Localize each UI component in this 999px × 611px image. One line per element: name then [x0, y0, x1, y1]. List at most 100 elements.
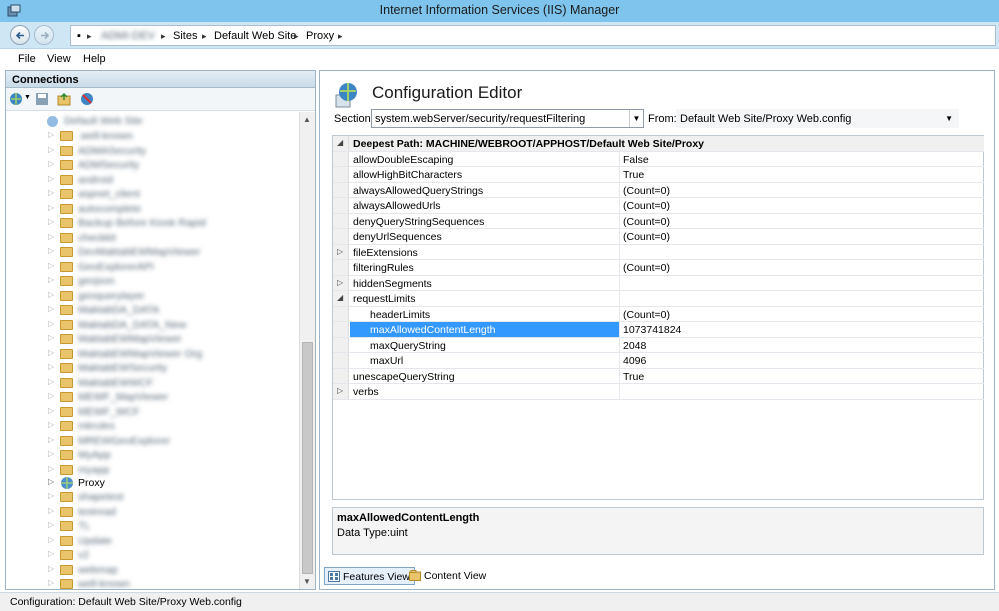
grid-gutter — [333, 306, 349, 321]
expand-arrow-icon[interactable]: ▷ — [48, 348, 54, 357]
menu-help[interactable]: Help — [83, 53, 106, 65]
property-value[interactable]: True — [623, 371, 644, 383]
expand-arrow-icon[interactable]: ▷ — [48, 362, 54, 371]
folder-icon — [60, 145, 73, 156]
expand-arrow-icon[interactable]: ▷ — [48, 203, 54, 212]
expand-arrow-icon[interactable]: ▷ — [48, 435, 54, 444]
breadcrumb-sites[interactable]: Sites — [173, 30, 197, 42]
property-value[interactable]: True — [623, 169, 644, 181]
expand-arrow-icon[interactable]: ▷ — [48, 549, 54, 558]
expand-arrow-icon[interactable]: ▷ — [48, 290, 54, 299]
expand-arrow-icon[interactable]: ▷ — [48, 319, 54, 328]
scroll-up-icon[interactable]: ▲ — [303, 115, 311, 124]
collapse-arrow-icon[interactable]: ◢ — [337, 138, 343, 147]
property-value[interactable]: (Count=0) — [623, 262, 670, 274]
forward-button[interactable] — [34, 25, 54, 45]
breadcrumb-default-web-site[interactable]: Default Web Site — [214, 30, 296, 42]
save-icon[interactable] — [35, 92, 49, 106]
expand-arrow-icon[interactable]: ▷ — [48, 520, 54, 529]
expand-arrow-icon[interactable]: ▷ — [337, 386, 343, 395]
property-row[interactable]: filteringRules (Count=0) — [333, 260, 984, 276]
tab-content-view[interactable]: Content View — [406, 567, 490, 585]
tab-features-view[interactable]: Features View — [324, 567, 415, 585]
dropdown-arrow-icon[interactable]: ▼ — [24, 94, 31, 101]
property-row[interactable]: alwaysAllowedQueryStrings (Count=0) — [333, 182, 984, 198]
expand-arrow-icon[interactable]: ▷ — [48, 578, 54, 587]
expand-arrow-icon[interactable]: ▷ — [48, 564, 54, 573]
expand-arrow-icon[interactable]: ▷ — [48, 275, 54, 284]
connect-globe-icon[interactable] — [9, 92, 23, 106]
expand-arrow-icon[interactable]: ▷ — [48, 145, 54, 154]
tree-label: autocomplete — [78, 202, 142, 215]
from-select[interactable]: Default Web Site/Proxy Web.config ▼ — [676, 109, 959, 128]
expand-arrow-icon[interactable]: ▷ — [48, 377, 54, 386]
expand-arrow-icon[interactable]: ▷ — [48, 464, 54, 473]
property-row[interactable]: headerLimits (Count=0) — [333, 306, 984, 322]
expand-arrow-icon[interactable]: ▷ — [48, 420, 54, 429]
collapse-arrow-icon[interactable]: ◢ — [337, 293, 343, 302]
property-row[interactable]: ▷ verbs — [333, 384, 984, 400]
column-divider — [619, 213, 620, 228]
property-row[interactable]: maxUrl 4096 — [333, 353, 984, 369]
chevron-down-icon[interactable]: ▼ — [629, 110, 643, 127]
breadcrumb[interactable]: ▪ ▸ ADMI-DEV ▸ Sites ▸ Default Web Site … — [70, 25, 996, 46]
tree-label: MaktabEWSecurity — [78, 362, 168, 374]
column-divider — [619, 322, 620, 337]
property-row[interactable]: ▷ hiddenSegments — [333, 275, 984, 291]
menu-file[interactable]: File — [18, 53, 36, 65]
property-row[interactable]: ◢ requestLimits — [333, 291, 984, 307]
expand-arrow-icon[interactable]: ▷ — [48, 217, 54, 226]
property-value[interactable]: (Count=0) — [623, 309, 670, 321]
breadcrumb-proxy[interactable]: Proxy — [306, 30, 334, 42]
property-value[interactable]: (Count=0) — [623, 231, 670, 243]
property-row[interactable]: denyQueryStringSequences (Count=0) — [333, 213, 984, 229]
property-value[interactable]: (Count=0) — [623, 216, 670, 228]
expand-arrow-icon[interactable]: ▷ — [48, 391, 54, 400]
property-row[interactable]: allowDoubleEscaping False — [333, 151, 984, 167]
globe-icon — [47, 116, 58, 127]
expand-arrow-icon[interactable]: ▷ — [48, 188, 54, 197]
expand-arrow-icon[interactable]: ▷ — [48, 261, 54, 270]
scroll-down-icon[interactable]: ▼ — [303, 577, 311, 586]
property-value[interactable]: 4096 — [623, 355, 646, 367]
property-row[interactable]: denyUrlSequences (Count=0) — [333, 229, 984, 245]
property-row[interactable]: unescapeQueryString True — [333, 368, 984, 384]
expand-arrow-icon[interactable]: ▷ — [48, 246, 54, 255]
expand-arrow-icon[interactable]: ▷ — [48, 333, 54, 342]
property-row[interactable]: alwaysAllowedUrls (Count=0) — [333, 198, 984, 214]
back-button[interactable] — [10, 25, 30, 45]
expand-arrow-icon[interactable]: ▷ — [48, 130, 54, 139]
expand-arrow-icon[interactable]: ▷ — [48, 232, 54, 241]
tree-label: aspnet_client — [78, 188, 140, 200]
expand-arrow-icon[interactable]: ▷ — [48, 491, 54, 500]
menu-view[interactable]: View — [47, 53, 71, 65]
property-row[interactable]: maxQueryString 2048 — [333, 337, 984, 353]
expand-arrow-icon[interactable]: ▷ — [337, 247, 343, 256]
property-value[interactable]: 1073741824 — [623, 324, 681, 336]
property-row[interactable]: maxAllowedContentLength 1073741824 — [333, 322, 984, 338]
expand-arrow-icon[interactable]: ▷ — [48, 535, 54, 544]
expand-arrow-icon[interactable]: ▷ — [48, 449, 54, 458]
expand-arrow-icon[interactable]: ▷ — [48, 159, 54, 168]
expand-arrow-icon[interactable]: ▷ — [48, 506, 54, 515]
expand-arrow-icon[interactable]: ▷ — [48, 304, 54, 313]
expand-arrow-icon[interactable]: ▷ — [48, 477, 54, 486]
section-select[interactable]: system.webServer/security/requestFilteri… — [371, 109, 644, 128]
property-row[interactable]: allowHighBitCharacters True — [333, 167, 984, 183]
property-value[interactable]: False — [623, 154, 649, 166]
column-divider — [619, 167, 620, 182]
connections-scrollbar[interactable]: ▲ ▼ — [299, 112, 315, 589]
expand-arrow-icon[interactable]: ▷ — [48, 406, 54, 415]
property-value[interactable]: (Count=0) — [623, 185, 670, 197]
property-value[interactable]: 2048 — [623, 340, 646, 352]
disconnect-icon[interactable] — [80, 92, 94, 106]
property-row[interactable]: ▷ fileExtensions — [333, 244, 984, 260]
property-value[interactable]: (Count=0) — [623, 200, 670, 212]
chevron-down-icon[interactable]: ▼ — [945, 114, 953, 123]
folder-up-icon[interactable] — [57, 92, 71, 106]
breadcrumb-server[interactable]: ADMI-DEV — [101, 30, 155, 42]
expand-arrow-icon[interactable]: ▷ — [337, 278, 343, 287]
section-label: Section: — [334, 113, 374, 125]
expand-arrow-icon[interactable]: ▷ — [48, 174, 54, 183]
scroll-thumb[interactable] — [302, 342, 313, 574]
